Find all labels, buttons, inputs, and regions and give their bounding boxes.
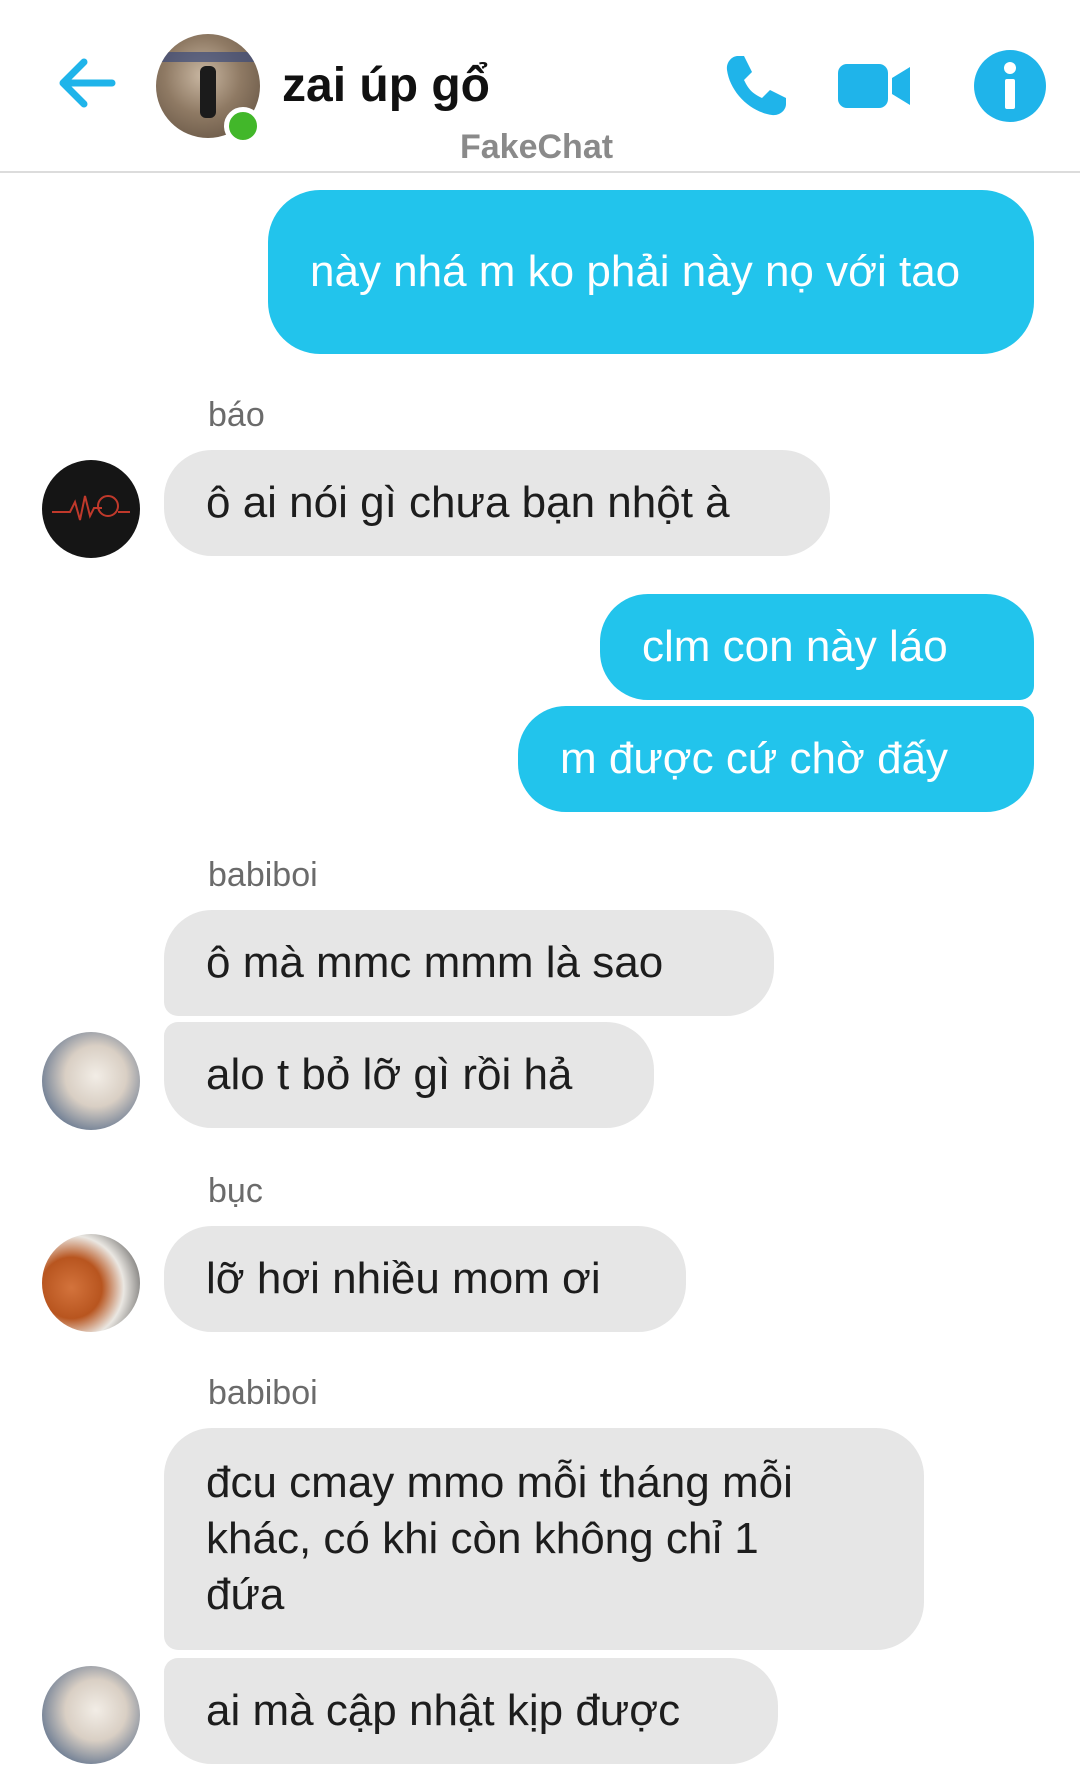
message-text: lỡ hơi nhiều mom ơi (206, 1254, 601, 1303)
sender-avatar[interactable] (42, 1666, 140, 1764)
incoming-message[interactable]: ai mà cập nhật kịp được (164, 1658, 778, 1764)
avatar-person (200, 66, 216, 118)
online-status-dot (224, 107, 262, 145)
video-camera-icon[interactable] (836, 48, 912, 124)
sender-name: báo (208, 396, 265, 434)
incoming-message[interactable]: ô ai nói gì chưa bạn nhột à (164, 450, 830, 556)
outgoing-message[interactable]: này nhá m ko phải này nọ với tao (268, 190, 1034, 354)
sender-name: babiboi (208, 1374, 318, 1412)
message-text: clm con này láo (642, 622, 948, 671)
sender-name: babiboi (208, 856, 318, 894)
avatar-detail (156, 52, 260, 62)
incoming-message[interactable]: đcu cmay mmo mỗi tháng mỗi khác, có khi … (164, 1428, 924, 1650)
sender-avatar[interactable] (42, 460, 140, 558)
info-icon[interactable] (972, 48, 1048, 124)
incoming-message[interactable]: lỡ hơi nhiều mom ơi (164, 1226, 686, 1332)
message-text: m được cứ chờ đấy (560, 734, 949, 783)
message-text: ô mà mmc mmm là sao (206, 938, 664, 987)
chat-header: zai úp gổ FakeChat (0, 0, 1080, 173)
watermark: FakeChat (460, 128, 614, 166)
message-text: đcu cmay mmo mỗi tháng mỗi khác, có khi … (206, 1458, 793, 1619)
sender-avatar[interactable] (42, 1032, 140, 1130)
incoming-message[interactable]: alo t bỏ lỡ gì rồi hả (164, 1022, 654, 1128)
phone-icon[interactable] (718, 48, 794, 124)
heartbeat-logo-icon (52, 495, 130, 521)
message-text: alo t bỏ lỡ gì rồi hả (206, 1050, 573, 1099)
chat-title[interactable]: zai úp gổ (282, 58, 490, 113)
outgoing-message[interactable]: m được cứ chờ đấy (518, 706, 1034, 812)
sender-avatar[interactable] (42, 1234, 140, 1332)
outgoing-message[interactable]: clm con này láo (600, 594, 1034, 700)
sender-name: bục (208, 1172, 263, 1210)
message-text: ô ai nói gì chưa bạn nhột à (206, 478, 730, 527)
message-text: này nhá m ko phải này nọ với tao (310, 247, 961, 296)
back-arrow-icon[interactable] (52, 48, 122, 118)
incoming-message[interactable]: ô mà mmc mmm là sao (164, 910, 774, 1016)
message-text: ai mà cập nhật kịp được (206, 1686, 681, 1735)
